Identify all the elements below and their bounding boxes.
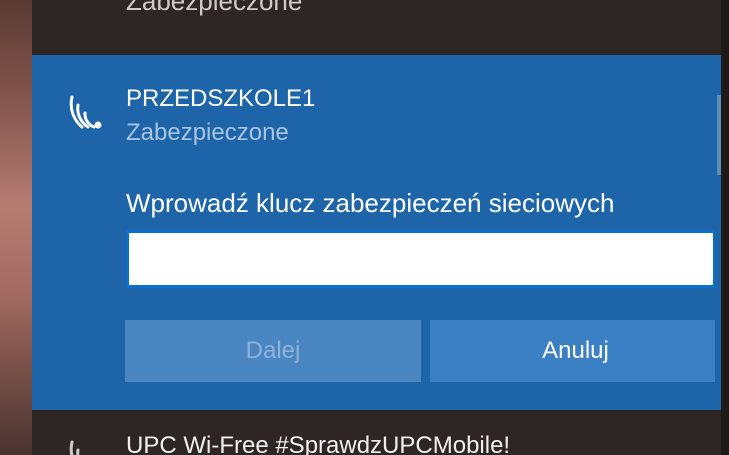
panel-edge (721, 0, 729, 455)
security-key-input[interactable] (126, 230, 716, 288)
network-card-selected[interactable]: PRZEDSZKOLE1 Zabezpieczone Wprowadź kluc… (32, 55, 721, 410)
network-list-item-next[interactable]: UPC Wi-Free #SprawdzUPCMobile! (32, 410, 721, 455)
network-status-label: Zabezpieczone (126, 0, 303, 16)
desktop-background (0, 0, 32, 455)
wifi-icon (69, 440, 80, 455)
network-list-item-previous[interactable]: Zabezpieczone (32, 0, 721, 55)
next-button[interactable]: Dalej (125, 320, 421, 382)
network-name: UPC Wi-Free #SprawdzUPCMobile! (126, 432, 511, 455)
network-name: PRZEDSZKOLE1 (126, 85, 316, 112)
cancel-button[interactable]: Anuluj (430, 320, 721, 382)
security-key-prompt: Wprowadź klucz zabezpieczeń sieciowych (126, 188, 615, 218)
wifi-secured-icon (69, 95, 102, 129)
network-status: Zabezpieczone (126, 119, 289, 146)
